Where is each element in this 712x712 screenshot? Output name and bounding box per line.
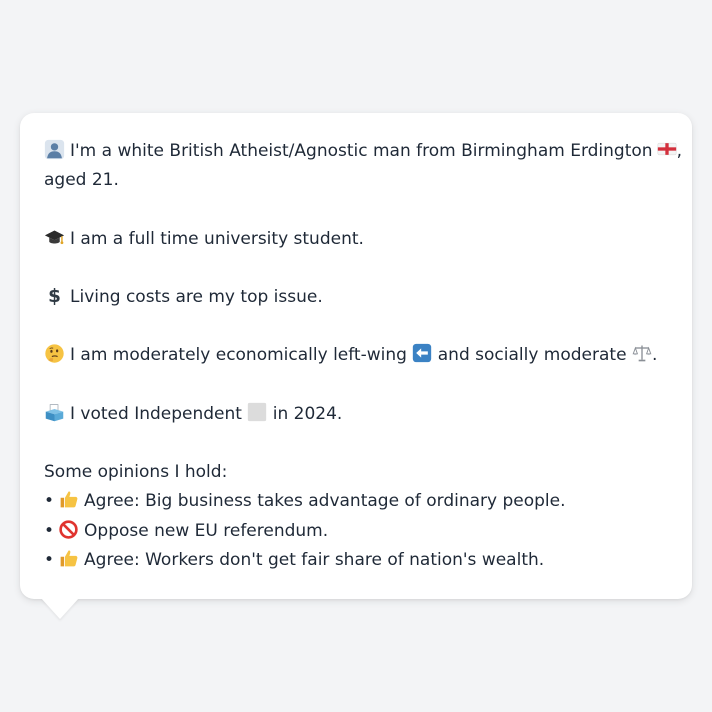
thinking-face-icon — [44, 343, 65, 364]
issue-line: $ Living costs are my top issue. — [44, 283, 668, 312]
opinions-heading: Some opinions I hold: — [44, 462, 228, 483]
opinion-item: • Agree: Big business takes advantage of… — [44, 487, 668, 516]
politics-text-a: I am moderately economically left-wing — [70, 345, 407, 366]
svg-text:$: $ — [48, 286, 61, 306]
opinion-text: Oppose new EU referendum. — [84, 520, 329, 541]
intro-tail: , — [676, 141, 682, 161]
politics-text-b: and socially moderate — [437, 345, 627, 366]
ballot-box-icon — [44, 402, 65, 423]
bullet: • — [44, 549, 55, 570]
opinion-item: • Agree: Workers don't get fair share of… — [44, 546, 668, 575]
vote-line: I voted Independent in 2024. — [44, 400, 668, 429]
age-line: aged 21. — [44, 170, 119, 191]
profile-speech-bubble: I'm a white British Atheist/Agnostic man… — [20, 113, 692, 599]
education-line: I am a full time university student. — [44, 225, 668, 254]
education-text: I am a full time university student. — [70, 228, 364, 249]
speech-bubble-tail — [41, 598, 79, 619]
thumbs-up-icon — [58, 489, 79, 510]
opinion-text: Agree: Big business takes advantage of o… — [84, 491, 566, 512]
profile-content: I'm a white British Atheist/Agnostic man… — [44, 137, 682, 575]
politics-line: I am moderately economically left-wing a… — [44, 341, 668, 370]
vote-text-a: I voted Independent — [70, 403, 242, 424]
thumbs-up-icon — [58, 548, 79, 569]
bullet: • — [44, 491, 55, 512]
opinion-text: Agree: Workers don't get fair share of n… — [84, 549, 545, 570]
grey-square-icon — [247, 402, 267, 422]
issue-text: Living costs are my top issue. — [70, 286, 323, 307]
left-arrow-icon — [412, 343, 432, 363]
bullet: • — [44, 520, 55, 541]
intro-line: I'm a white British Atheist/Agnostic man… — [44, 137, 682, 166]
balance-scale-icon — [632, 343, 652, 363]
opinion-item: • Oppose new EU referendum. — [44, 517, 668, 546]
england-flag-icon — [657, 139, 677, 159]
vote-text-b: in 2024. — [272, 403, 343, 424]
politics-text-c: . — [651, 345, 658, 366]
intro-text: I'm a white British Atheist/Agnostic man… — [70, 141, 653, 161]
no-entry-icon — [58, 519, 79, 540]
dollar-sign-icon: $ — [44, 285, 65, 306]
person-silhouette-icon — [44, 139, 65, 160]
graduation-cap-icon — [44, 227, 65, 248]
